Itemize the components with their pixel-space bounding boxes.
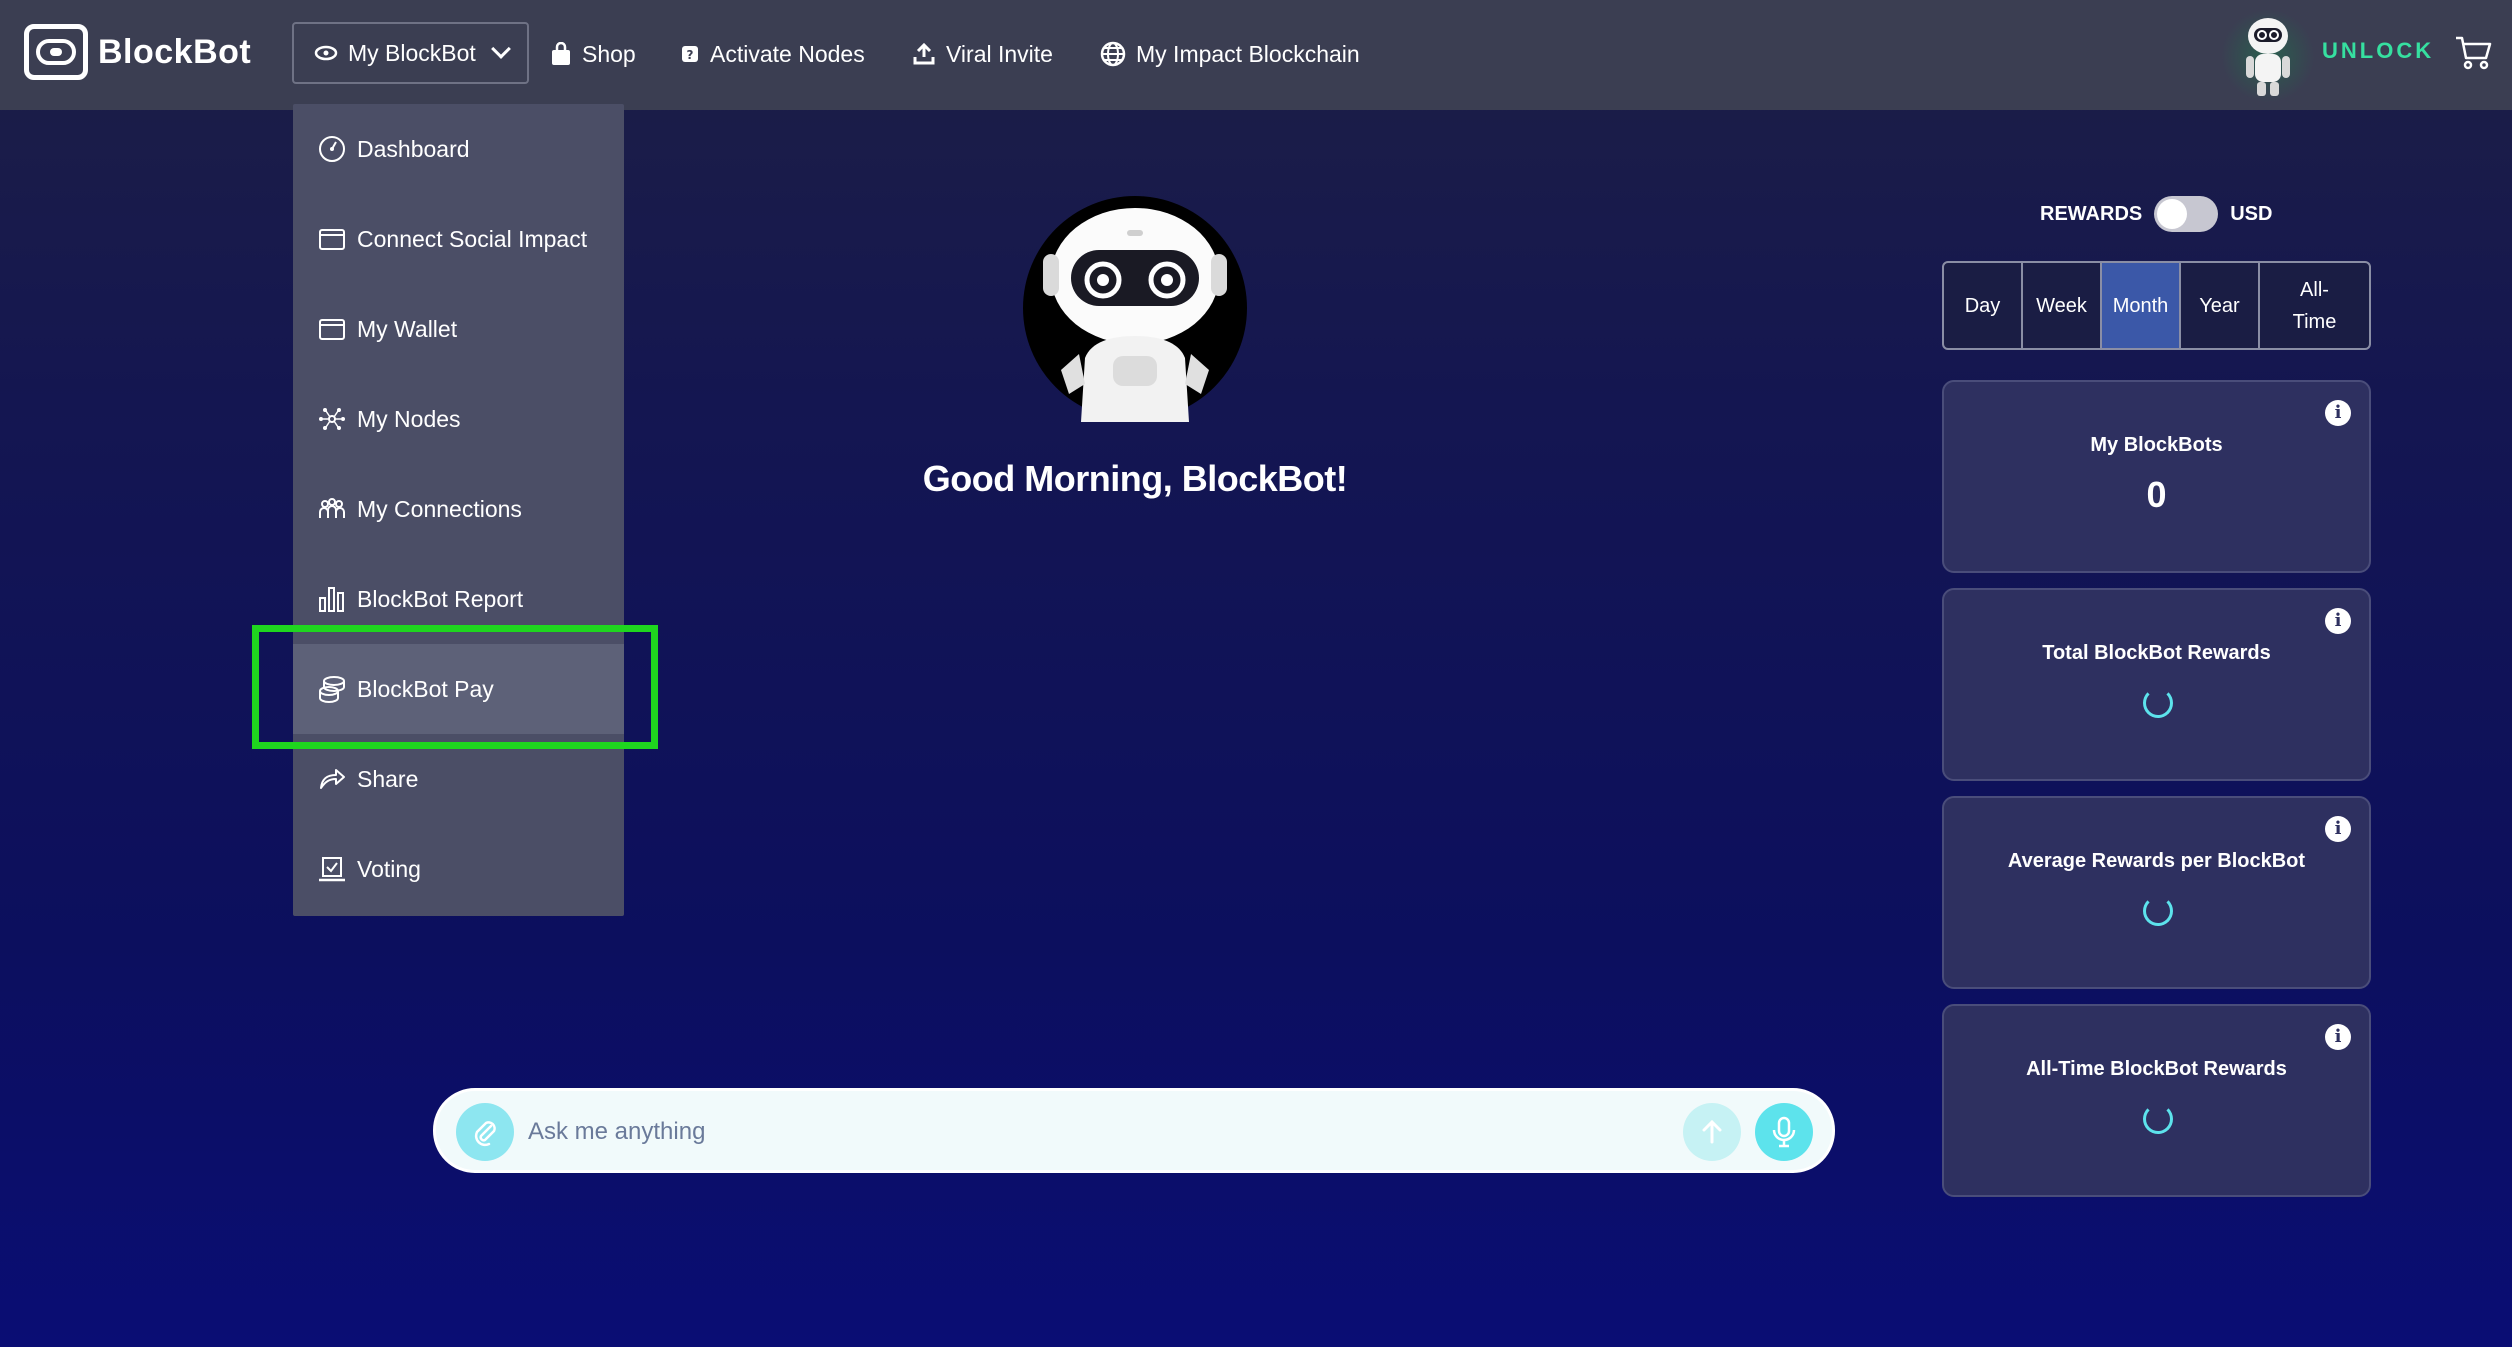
dropdown-item-my-connections[interactable]: My Connections	[293, 464, 624, 554]
globe-icon	[1100, 41, 1126, 67]
rewards-usd-toggle[interactable]	[2154, 196, 2219, 232]
chat-bar	[433, 1088, 1835, 1173]
nodes-icon	[319, 408, 345, 430]
period-day[interactable]: Day	[1944, 263, 2023, 348]
dropdown-item-label: My Wallet	[357, 315, 458, 342]
shopping-bag-icon	[552, 42, 570, 65]
loading-spinner-icon	[2143, 688, 2173, 718]
dropdown-item-connect-social-impact[interactable]: Connect Social Impact	[293, 194, 624, 284]
top-navbar: BlockBot My BlockBot Shop ? Activate Nod…	[0, 0, 2512, 110]
period-selector: Day Week Month Year All-Time	[1942, 261, 2371, 350]
nav-my-impact-blockchain-label: My Impact Blockchain	[1136, 40, 1360, 67]
attach-button[interactable]	[456, 1103, 514, 1161]
dropdown-item-label: My Connections	[357, 495, 522, 522]
dashboard-icon	[319, 136, 345, 162]
nav-viral-invite-label: Viral Invite	[946, 40, 1053, 67]
info-icon[interactable]: i	[2325, 1024, 2351, 1050]
nav-viral-invite[interactable]: Viral Invite	[912, 34, 1053, 74]
microphone-icon	[1772, 1116, 1796, 1148]
arrow-up-icon	[1702, 1119, 1722, 1144]
cart-icon[interactable]	[2454, 34, 2492, 70]
stat-card-title: All-Time BlockBot Rewards	[2026, 1058, 2287, 1080]
nav-shop-label: Shop	[582, 40, 636, 67]
stat-card-all-time-rewards: i All-Time BlockBot Rewards	[1942, 1004, 2371, 1197]
stat-card-value: 0	[2146, 474, 2167, 515]
stat-card-title: Total BlockBot Rewards	[2042, 642, 2271, 664]
wallet-icon	[319, 319, 345, 340]
brand-name: BlockBot	[98, 32, 252, 71]
highlight-box	[252, 625, 658, 749]
rewards-toggle-label: REWARDS	[2040, 202, 2143, 225]
dropdown-item-my-wallet[interactable]: My Wallet	[293, 284, 624, 374]
eye-icon	[314, 45, 338, 61]
loading-spinner-icon	[2143, 896, 2173, 926]
greeting-heading: Good Morning, BlockBot!	[922, 458, 1348, 499]
stat-card-title: Average Rewards per BlockBot	[2007, 850, 2306, 872]
period-month[interactable]: Month	[2102, 263, 2181, 348]
loading-spinner-icon	[2143, 1104, 2173, 1134]
dropdown-item-label: Dashboard	[357, 135, 470, 162]
my-blockbot-dropdown: Dashboard Connect Social Impact My Walle…	[293, 104, 624, 916]
dropdown-item-voting[interactable]: Voting	[293, 824, 624, 914]
upload-icon	[913, 42, 935, 65]
nav-activate-nodes-label: Activate Nodes	[710, 40, 865, 67]
microphone-button[interactable]	[1755, 1103, 1813, 1161]
nav-my-impact-blockchain[interactable]: My Impact Blockchain	[1100, 34, 1360, 74]
unlock-button[interactable]: UNLOCK	[2322, 38, 2434, 64]
brand-logo[interactable]: BlockBot	[24, 24, 251, 80]
period-week[interactable]: Week	[2023, 263, 2102, 348]
stat-card-total-rewards: i Total BlockBot Rewards	[1942, 588, 2371, 781]
info-icon[interactable]: i	[2325, 400, 2351, 426]
voting-icon	[319, 857, 345, 882]
usd-toggle-label: USD	[2230, 202, 2273, 225]
bar-chart-icon	[319, 587, 344, 612]
rewards-usd-toggle-row: REWARDS USD	[2040, 196, 2272, 232]
robot-icon	[2246, 18, 2290, 96]
nav-activate-nodes[interactable]: ? Activate Nodes	[680, 34, 865, 74]
dropdown-item-label: Connect Social Impact	[357, 225, 588, 252]
logo-icon	[24, 24, 88, 80]
info-icon[interactable]: i	[2325, 816, 2351, 842]
wallet-icon	[319, 229, 345, 250]
stat-card-my-blockbots: i My BlockBots 0	[1942, 380, 2371, 573]
nav-shop[interactable]: Shop	[550, 34, 636, 74]
info-icon[interactable]: i	[2325, 608, 2351, 634]
blockbot-mascot-image	[1023, 196, 1247, 422]
dropdown-item-dashboard[interactable]: Dashboard	[293, 104, 624, 194]
robot-avatar[interactable]	[2222, 8, 2314, 104]
paperclip-icon	[474, 1121, 496, 1147]
people-icon	[319, 498, 345, 518]
chevron-down-icon	[490, 39, 511, 59]
stat-card-average-rewards: i Average Rewards per BlockBot	[1942, 796, 2371, 989]
dropdown-item-label: BlockBot Report	[357, 585, 524, 612]
activate-icon: ?	[682, 46, 698, 62]
dropdown-item-my-nodes[interactable]: My Nodes	[293, 374, 624, 464]
my-blockbot-menu-button[interactable]: My BlockBot	[292, 22, 529, 84]
dropdown-item-label: Share	[357, 765, 419, 792]
my-blockbot-label: My BlockBot	[348, 39, 476, 66]
svg-text:?: ?	[687, 48, 694, 62]
stat-card-title: My BlockBots	[2090, 434, 2223, 456]
send-button[interactable]	[1683, 1103, 1741, 1161]
period-year[interactable]: Year	[2181, 263, 2260, 348]
period-all-time[interactable]: All-Time	[2260, 263, 2369, 348]
dropdown-item-label: My Nodes	[357, 405, 461, 432]
dropdown-item-label: Voting	[357, 855, 421, 882]
share-icon	[320, 769, 345, 789]
chat-input[interactable]	[528, 1105, 1688, 1159]
